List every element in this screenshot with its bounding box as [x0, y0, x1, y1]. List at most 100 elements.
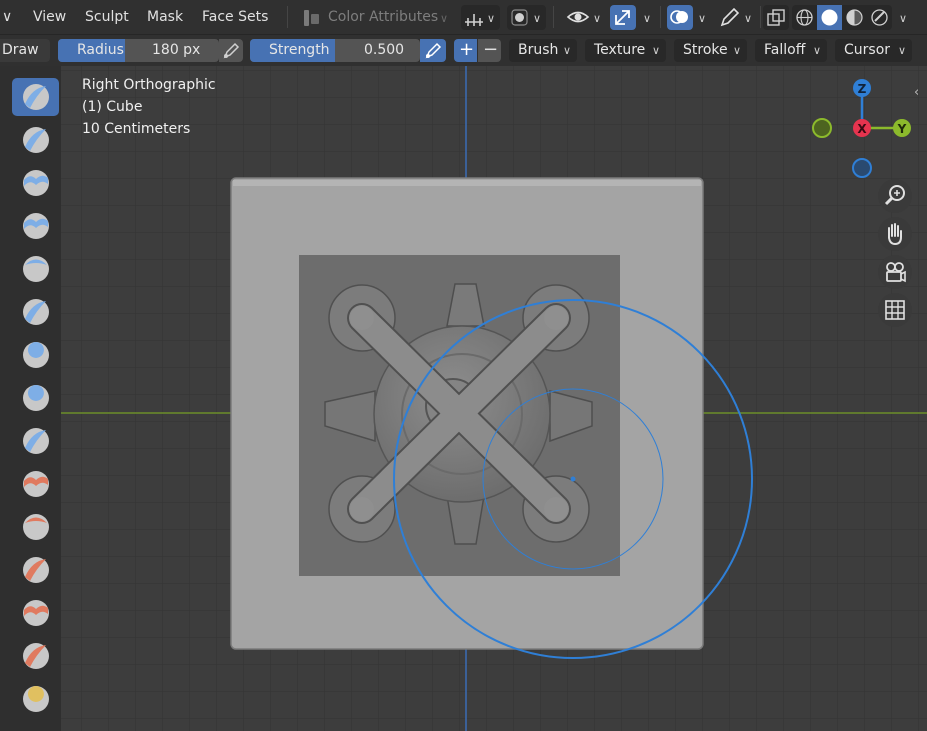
gizmo-y-label: Y — [897, 122, 907, 136]
stroke-dropdown-label: Stroke — [683, 42, 728, 58]
draw-sharp-brush-icon — [23, 127, 49, 153]
tool-button-flatten-brush[interactable] — [12, 508, 59, 546]
object-name: (1) Cube — [82, 99, 143, 115]
texture-dropdown-label: Texture — [594, 42, 646, 58]
pan-button[interactable] — [878, 217, 912, 251]
color-attributes-label: Color Attributes — [328, 9, 439, 25]
ortho-perspective-button[interactable] — [878, 293, 912, 327]
tool-button-smooth-brush[interactable] — [12, 465, 59, 503]
tool-button-layer-brush[interactable] — [12, 293, 59, 331]
falloff-dropdown[interactable]: Falloff ∨ — [755, 39, 827, 62]
symmetry-icon — [465, 14, 483, 26]
camera-view-button[interactable] — [878, 255, 912, 289]
tool-button-clay-thumb-brush[interactable] — [12, 250, 59, 288]
collapse-menu-chevron-icon[interactable]: ∨ — [2, 9, 12, 25]
scrape-brush-icon — [23, 600, 49, 626]
brush-dropdown[interactable]: Brush ∨ — [509, 39, 577, 62]
rendered-shading-icon[interactable] — [867, 5, 892, 30]
menu-view[interactable]: View — [33, 9, 66, 25]
chevron-down-icon: ∨ — [487, 12, 496, 25]
viewport-scene[interactable] — [0, 66, 927, 731]
axis-gizmo[interactable]: Z Y X — [806, 74, 916, 184]
overlays-toggle-button[interactable] — [667, 5, 693, 30]
chevron-down-icon[interactable]: ∨ — [899, 12, 907, 25]
tool-button-clay-brush[interactable] — [12, 164, 59, 202]
strength-value: 0.500 — [364, 42, 405, 58]
blob-brush-icon — [23, 385, 49, 411]
tool-button-clay-strips-brush[interactable] — [12, 207, 59, 245]
tool-button-pinch-brush[interactable] — [12, 680, 59, 718]
radius-value: 180 px — [152, 42, 201, 58]
gizmo-toggle-button[interactable] — [610, 5, 636, 30]
texture-dropdown[interactable]: Texture ∨ — [585, 39, 666, 62]
color-attributes-icon — [304, 10, 319, 26]
sidebar-toggle-chevron-icon[interactable]: ‹ — [914, 85, 919, 100]
menu-mask[interactable]: Mask — [147, 9, 183, 25]
fill-brush-icon — [23, 557, 49, 583]
menu-face-sets[interactable]: Face Sets — [202, 9, 268, 25]
separator — [553, 6, 554, 28]
chevron-down-icon: ∨ — [593, 12, 602, 25]
grid-scale: 10 Centimeters — [82, 121, 191, 137]
visibility-dropdown[interactable]: ∨ — [565, 5, 605, 30]
symmetry-dropdown[interactable]: ∨ — [461, 5, 500, 30]
gizmo-x-label: X — [857, 122, 867, 136]
crease-brush-icon — [23, 428, 49, 454]
tool-button-crease-brush[interactable] — [12, 422, 59, 460]
active-tool-name[interactable]: Draw — [0, 39, 50, 62]
inflate-brush-icon — [23, 342, 49, 368]
radius-field[interactable]: Radius 180 px — [58, 39, 219, 62]
cube-mesh — [230, 177, 704, 650]
material-shading-icon[interactable] — [842, 5, 867, 30]
tool-button-fill-brush[interactable] — [12, 551, 59, 589]
3d-viewport[interactable]: Right Orthographic (1) Cube 10 Centimete… — [0, 66, 927, 731]
plus-icon: + — [459, 39, 475, 60]
pen-pressure-icon — [223, 42, 240, 59]
tool-button-scrape-brush[interactable] — [12, 594, 59, 632]
solid-shading-button[interactable] — [817, 5, 842, 30]
chevron-down-icon[interactable]: ∨ — [698, 12, 706, 25]
flatten-brush-icon — [23, 514, 49, 540]
xray-icon — [767, 9, 785, 26]
clay-strips-brush-icon — [23, 213, 49, 239]
chevron-down-icon: ∨ — [744, 12, 753, 25]
hand-pan-icon — [888, 223, 902, 246]
tool-button-multiplane-scrape-brush[interactable] — [12, 637, 59, 675]
chevron-down-icon[interactable]: ∨ — [643, 12, 651, 25]
zoom-button[interactable] — [878, 179, 912, 213]
wireframe-shading-icon[interactable] — [792, 5, 817, 30]
falloff-dropdown-label: Falloff — [764, 42, 806, 58]
pinch-brush-icon — [23, 686, 49, 712]
layer-brush-icon — [23, 299, 49, 325]
clay-thumb-brush-icon — [23, 256, 49, 282]
menu-sculpt[interactable]: Sculpt — [85, 9, 129, 25]
xray-toggle-button[interactable] — [763, 5, 789, 30]
radius-pressure-button[interactable] — [219, 39, 243, 62]
tool-settings-bar: Draw Radius 180 px Strength 0.500 + − Br… — [0, 34, 927, 67]
solid-shading-icon — [821, 9, 838, 26]
tool-button-draw-brush[interactable] — [12, 78, 59, 116]
chevron-down-icon: ∨ — [440, 12, 449, 25]
color-attributes-dropdown[interactable]: Color Attributes ∨ — [298, 5, 454, 30]
camera-icon — [886, 262, 906, 283]
stroke-dropdown[interactable]: Stroke ∨ — [674, 39, 747, 62]
strength-pressure-button[interactable] — [420, 39, 446, 62]
cursor-dropdown[interactable]: Cursor ∨ — [835, 39, 912, 62]
tool-button-inflate-brush[interactable] — [12, 336, 59, 374]
zoom-icon — [884, 185, 905, 206]
record-dot-icon — [511, 9, 528, 26]
separator — [760, 6, 761, 28]
tool-button-draw-sharp-brush[interactable] — [12, 121, 59, 159]
tool-button-blob-brush[interactable] — [12, 379, 59, 417]
subtract-direction-button[interactable]: − — [478, 39, 501, 62]
pen-settings-dropdown[interactable]: ∨ — [716, 5, 756, 30]
add-direction-button[interactable]: + — [454, 39, 477, 62]
overlays-icon — [670, 10, 688, 24]
strength-field[interactable]: Strength 0.500 — [250, 39, 420, 62]
clay-brush-icon — [23, 170, 49, 196]
chevron-down-icon: ∨ — [533, 12, 542, 25]
shading-dropdown[interactable]: ∨ — [507, 5, 546, 30]
grid-icon — [885, 300, 905, 320]
chevron-down-icon: ∨ — [897, 44, 906, 57]
header-bar: ∨ View Sculpt Mask Face Sets Color Attri… — [0, 0, 927, 34]
